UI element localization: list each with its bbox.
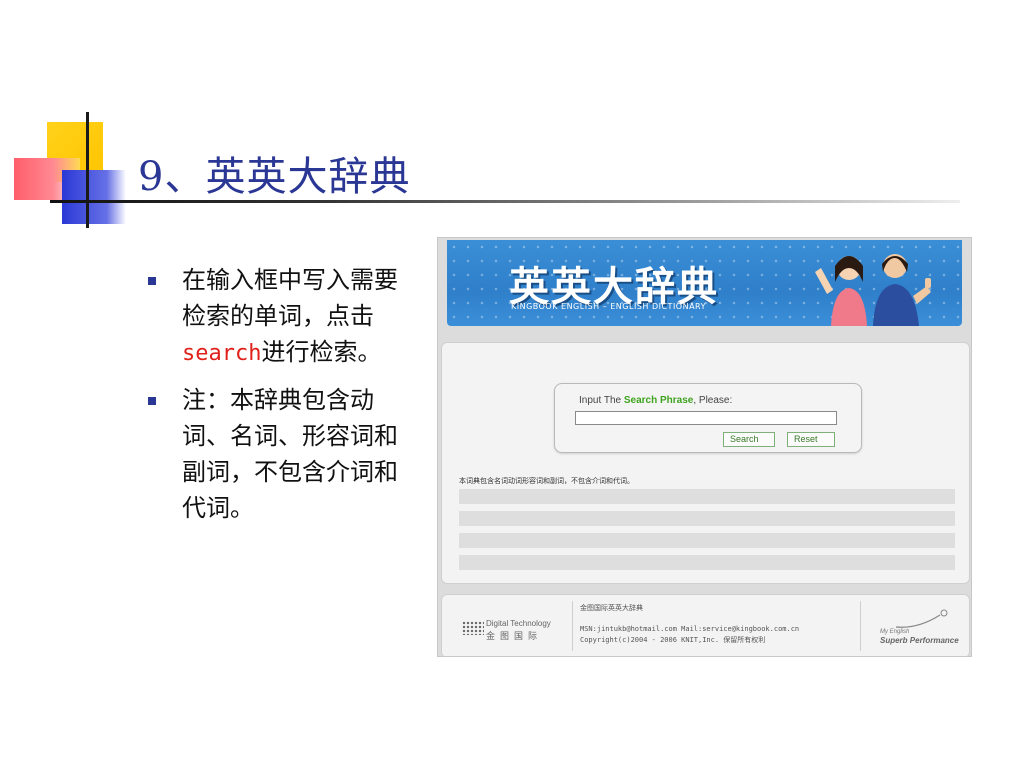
search-prompt-highlight: Search Phrase bbox=[623, 395, 694, 406]
search-panel: Input The Search Phrase, Please: Search … bbox=[441, 342, 970, 584]
logo-text-cn: 金图国际 bbox=[486, 632, 543, 642]
bullet-text: 注：本辞典包含动词、名词、形容词和副词，不包含介词和代词。 bbox=[182, 386, 398, 522]
result-row bbox=[459, 555, 955, 570]
footer-divider bbox=[572, 601, 573, 651]
bullet-item-instructions: 在输入框中写入需要检索的单词，点击 search进行检索。 bbox=[148, 262, 398, 372]
people-illustration-icon bbox=[815, 254, 931, 326]
footer-contact: MSN:jintukb@hotmail.com Mail:service@kin… bbox=[580, 625, 800, 633]
dictionary-web-screenshot: 英英大辞典 KINGBOOK ENGLISH – ENGLISH DICTION… bbox=[437, 237, 972, 657]
search-keyword: search bbox=[182, 341, 262, 366]
footer-divider bbox=[860, 601, 861, 651]
slide: 9、英英大辞典 在输入框中写入需要检索的单词，点击 search进行检索。 注：本… bbox=[0, 0, 1024, 768]
bullet-text-before: 在输入框中写入需要检索的单词，点击 bbox=[182, 266, 398, 330]
brand-swoosh-icon bbox=[895, 609, 948, 628]
search-prompt-prefix: Input The bbox=[579, 395, 624, 406]
dictionary-note: 本词典包含名词动词形容词和副词，不包含介词和代词。 bbox=[459, 478, 634, 485]
banner-subtitle: KINGBOOK ENGLISH – ENGLISH DICTIONARY bbox=[511, 302, 706, 311]
bullet-item-note: 注：本辞典包含动词、名词、形容词和副词，不包含介词和代词。 bbox=[148, 382, 398, 526]
bullet-marker-icon bbox=[148, 397, 156, 405]
logo-text-en: Digital Technology bbox=[486, 619, 551, 628]
search-button[interactable]: Search bbox=[723, 432, 775, 447]
search-prompt-suffix: , Please: bbox=[693, 395, 733, 406]
decor-blue-square bbox=[62, 170, 126, 224]
brand-tagline-1: My English bbox=[880, 629, 910, 635]
dictionary-banner: 英英大辞典 KINGBOOK ENGLISH – ENGLISH DICTION… bbox=[447, 240, 962, 326]
page-footer: Digital Technology 金图国际 金图国际英英大辞典 MSN:ji… bbox=[441, 594, 970, 656]
bullet-text-after: 进行检索。 bbox=[261, 338, 382, 366]
footer-copyright: Copyright(c)2004 - 2006 KNIT,Inc. 保留所有权利 bbox=[580, 636, 766, 644]
search-prompt: Input The Search Phrase, Please: bbox=[579, 395, 732, 406]
slide-title: 9、英英大辞典 bbox=[138, 154, 411, 200]
search-form: Input The Search Phrase, Please: Search … bbox=[554, 383, 862, 453]
bullet-list: 在输入框中写入需要检索的单词，点击 search进行检索。 注：本辞典包含动词、名… bbox=[148, 262, 398, 536]
brand-tagline-2: Superb Performance bbox=[880, 636, 959, 645]
result-row bbox=[459, 533, 955, 548]
company-logo-icon bbox=[462, 621, 484, 635]
footer-site-name: 金图国际英英大辞典 bbox=[580, 604, 643, 612]
decor-vertical-line bbox=[86, 112, 89, 228]
search-input[interactable] bbox=[575, 411, 837, 425]
reset-button[interactable]: Reset bbox=[787, 432, 835, 447]
bullet-marker-icon bbox=[148, 277, 156, 285]
result-row bbox=[459, 511, 955, 526]
result-row bbox=[459, 489, 955, 504]
